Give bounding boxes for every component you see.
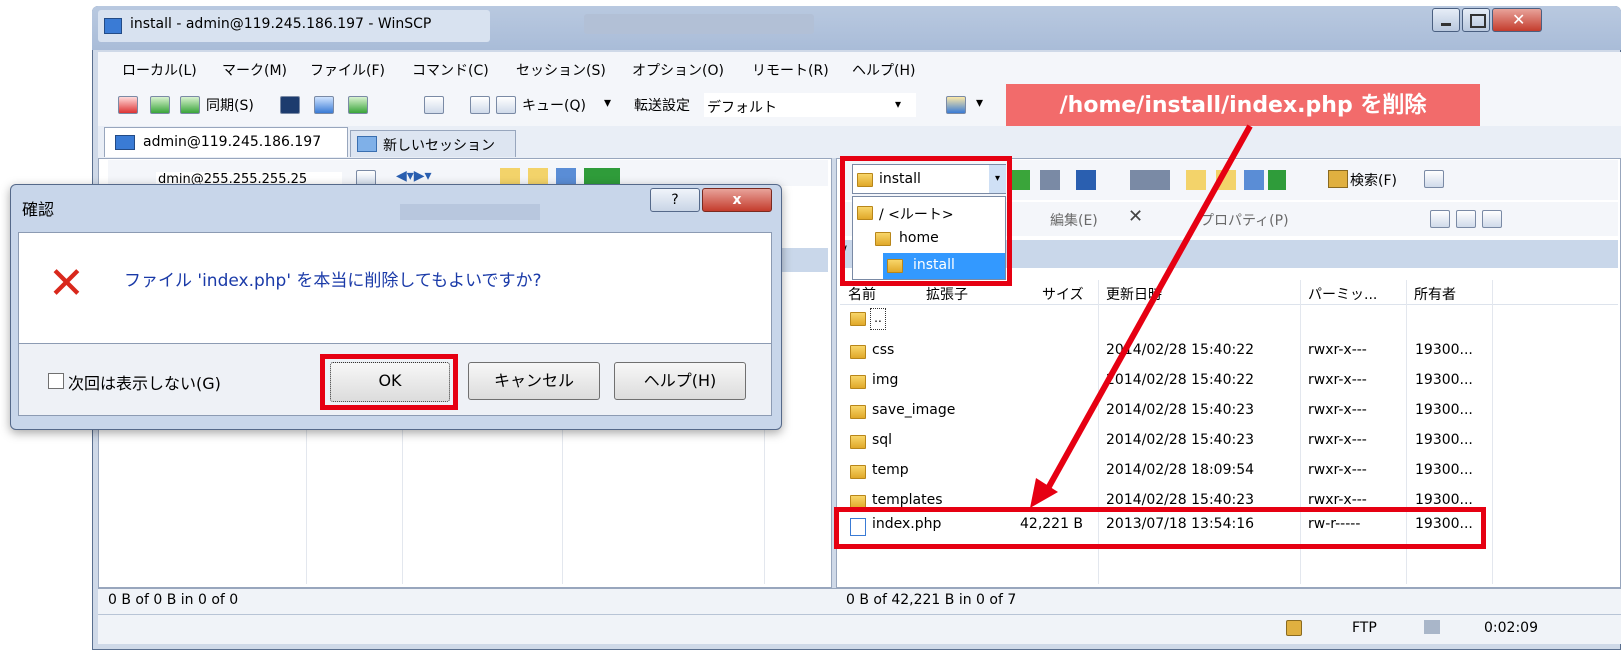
dialog-close-button[interactable]: x: [702, 188, 772, 212]
dialog-title: 確認: [22, 200, 55, 219]
dont-show-checkbox[interactable]: [48, 373, 64, 389]
cancel-button[interactable]: キャンセル: [468, 362, 600, 400]
arrow-shaft: [1043, 124, 1253, 494]
dialog-help-button[interactable]: ?: [650, 188, 700, 212]
error-x-icon: ✕: [48, 258, 85, 309]
blurred-dialog-title: [400, 204, 540, 220]
help-button[interactable]: ヘルプ(H): [614, 362, 746, 400]
highlight-ok-button: [320, 354, 458, 410]
dont-show-label[interactable]: 次回は表示しない(G): [68, 370, 221, 394]
dialog-message: ファイル 'index.php' を本当に削除してもよいですか?: [124, 271, 542, 291]
